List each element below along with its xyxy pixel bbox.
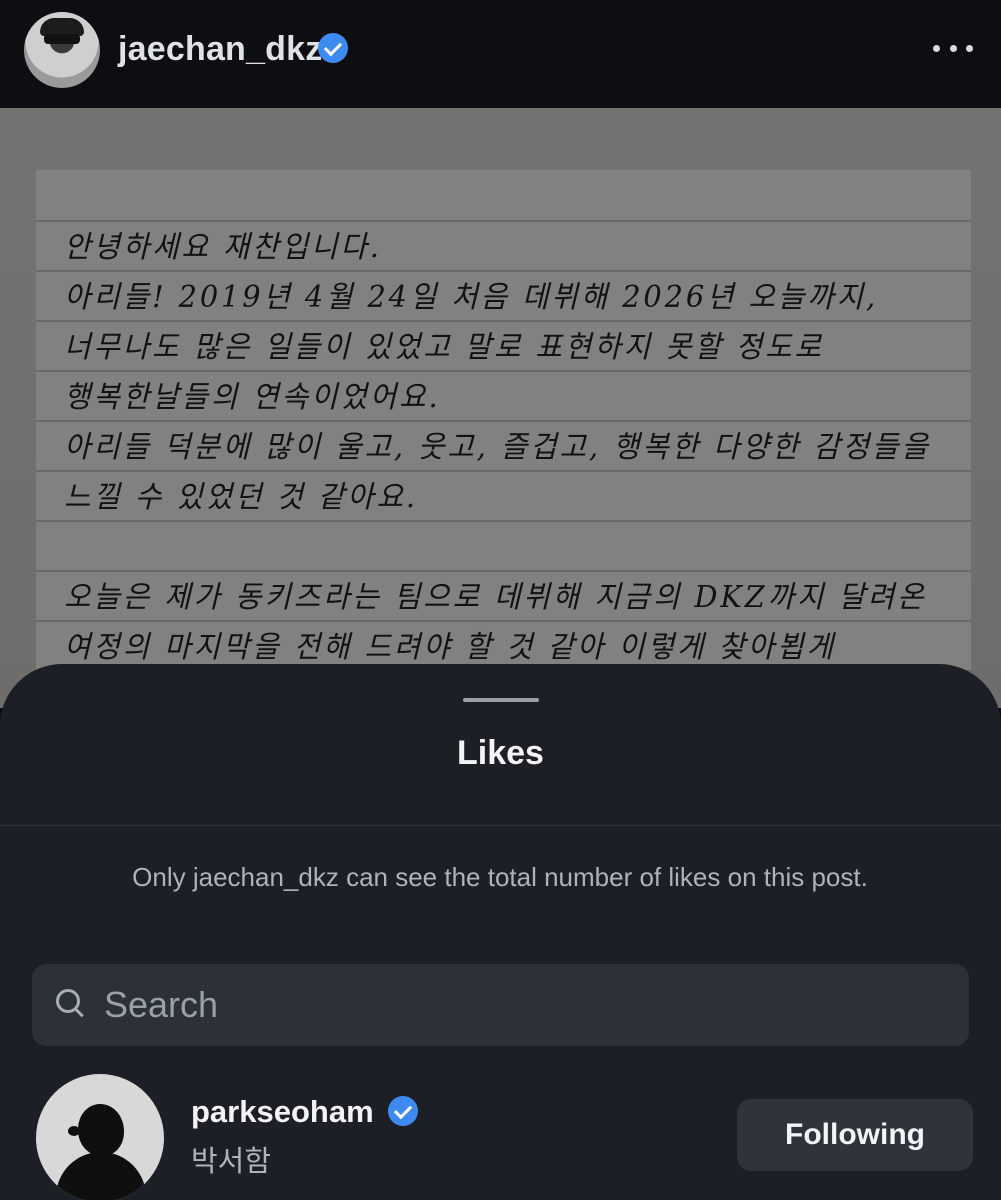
letter-line: 행복한날들의 연속이었어요. (64, 380, 441, 415)
profile-avatar[interactable] (24, 12, 100, 88)
more-dot-icon (949, 44, 957, 52)
silhouette-head-shape (78, 1104, 124, 1156)
more-options-button[interactable] (933, 40, 973, 56)
post-author-username[interactable]: jaechan_dkz (118, 30, 322, 69)
verified-badge-icon (318, 33, 348, 63)
user-avatar[interactable] (36, 1074, 164, 1200)
search-input[interactable] (104, 964, 944, 1046)
letter-paper: 안녕하세요 재찬입니다. 아리들! 2019년 4월 24일 처음 데뷔해 20… (36, 170, 971, 708)
letter-line: 여정의 마지막을 전해 드려야 할 것 같아 이렇게 찾아뵙게 (64, 630, 836, 665)
post-header: jaechan_dkz (0, 0, 1001, 108)
letter-line: 너무나도 많은 일들이 있었고 말로 표현하지 못할 정도로 (64, 330, 824, 365)
letter-line: 아리들 덕분에 많이 울고, 웃고, 즐겁고, 행복한 다양한 감정들을 (64, 430, 931, 465)
more-dot-icon (933, 44, 940, 52)
silhouette-body-shape (56, 1152, 146, 1200)
more-dot-icon (966, 44, 973, 52)
letter-line: 오늘은 제가 동키즈라는 팀으로 데뷔해 지금의 DKZ까지 달려온 (64, 580, 927, 615)
sheet-title: Likes (457, 734, 544, 772)
ruled-line (36, 520, 971, 522)
following-button[interactable]: Following (737, 1099, 973, 1171)
user-display-name: 박서함 (191, 1144, 272, 1178)
avatar-glasses-shape (44, 34, 80, 44)
letter-line: 느낄 수 있었던 것 같아요. (64, 480, 418, 515)
letter-line: 아리들! 2019년 4월 24일 처음 데뷔해 2026년 오늘까지, (64, 280, 878, 315)
sheet-divider (0, 825, 1001, 826)
search-bar[interactable] (32, 964, 969, 1046)
user-username[interactable]: parkseoham (191, 1094, 374, 1130)
likes-sheet: Likes Only jaechan_dkz can see the total… (0, 664, 1001, 1200)
verified-badge-icon (388, 1096, 418, 1126)
liker-row[interactable]: parkseoham 박서함 Following (0, 1074, 1001, 1200)
sheet-grabber-handle[interactable] (463, 698, 539, 702)
letter-line: 안녕하세요 재찬입니다. (64, 230, 382, 265)
likes-privacy-notice: Only jaechan_dkz can see the total numbe… (132, 862, 868, 892)
silhouette-nose-shape (68, 1126, 80, 1136)
post-image[interactable]: 안녕하세요 재찬입니다. 아리들! 2019년 4월 24일 처음 데뷔해 20… (0, 108, 1001, 708)
search-icon (56, 989, 82, 1015)
